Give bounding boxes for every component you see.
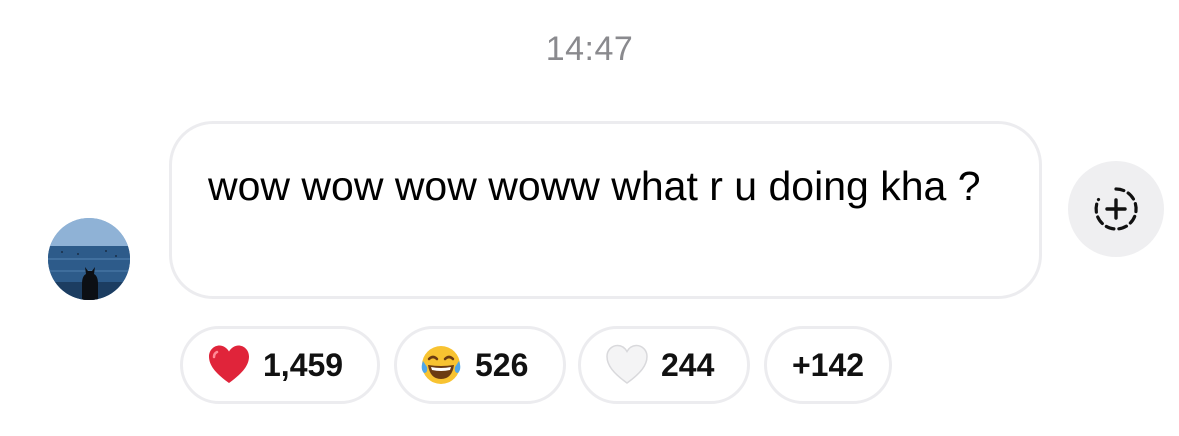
more-reactions-button[interactable]: +142 (764, 326, 892, 404)
sender-avatar[interactable] (48, 218, 130, 300)
red-heart-icon (209, 345, 249, 383)
reaction-red-heart[interactable]: 1,459 (180, 326, 380, 404)
reaction-white-heart[interactable]: 244 (578, 326, 750, 404)
message-timestamp: 14:47 (545, 30, 634, 68)
avatar-cat-at-sea-image (48, 218, 130, 300)
reaction-count: 1,459 (263, 346, 344, 383)
add-reaction-icon (1094, 187, 1138, 231)
add-reaction-button[interactable] (1068, 161, 1164, 257)
more-reactions-count: +142 (791, 346, 865, 383)
tears-of-joy-icon (421, 346, 461, 384)
reaction-count: 526 (475, 346, 529, 383)
reaction-count: 244 (661, 346, 715, 383)
message-bubble[interactable]: wow wow wow woww what r u doing kha ? (169, 121, 1042, 299)
white-heart-icon (606, 344, 648, 384)
reaction-tears-of-joy[interactable]: 526 (394, 326, 566, 404)
message-text: wow wow wow woww what r u doing kha ? (208, 163, 981, 209)
